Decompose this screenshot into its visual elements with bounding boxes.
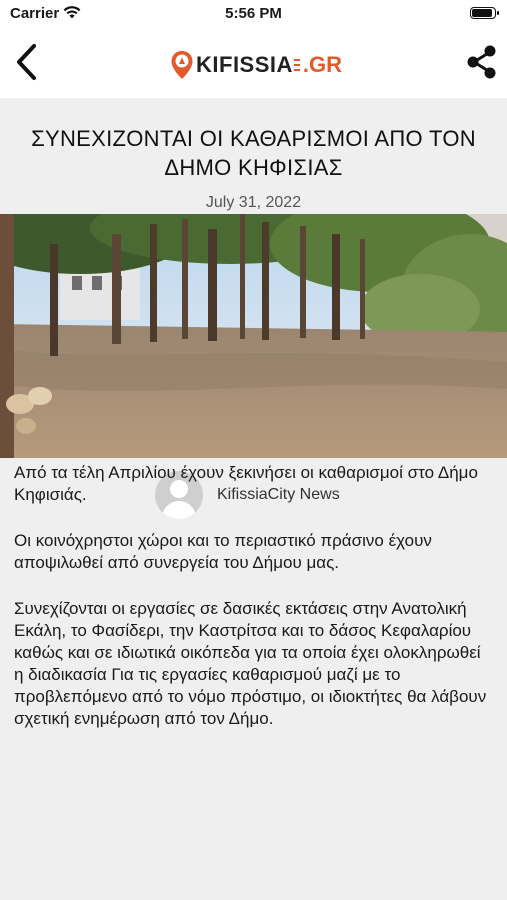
chevron-left-icon xyxy=(17,44,36,80)
share-button[interactable] xyxy=(462,42,502,82)
article-title: ΣΥΝΕΧΙΖΟΝΤΑΙ ΟΙ ΚΑΘΑΡΙΣΜΟΙ ΑΠΟ ΤΟΝ ΔΗΜΟ … xyxy=(31,126,476,180)
location-pin-icon xyxy=(171,51,193,79)
article-body: Από τα τέλη Απριλίου έχουν ξεκινήσει οι … xyxy=(14,462,494,754)
logo-tld: .GR xyxy=(302,52,343,77)
article-paragraph: Συνεχίζονται οι εργασίες σε δασικές εκτά… xyxy=(14,599,487,728)
logo-brand: KIFISSIA xyxy=(196,52,293,77)
clock: 5:56 PM xyxy=(225,5,282,22)
article-hero-image[interactable] xyxy=(0,214,507,458)
nav-bar: KIFISSIA .GR xyxy=(0,28,507,98)
article-paragraph: Από τα τέλη Απριλίου έχουν ξεκινήσει οι … xyxy=(14,463,478,504)
article: ΣΥΝΕΧΙΖΟΝΤΑΙ ΟΙ ΚΑΘΑΡΙΣΜΟΙ ΑΠΟ ΤΟΝ ΔΗΜΟ … xyxy=(0,98,507,519)
article-date: July 31, 2022 xyxy=(205,194,302,211)
site-logo: KIFISSIA .GR xyxy=(170,48,342,82)
article-paragraph: Οι κοινόχρηστοι χώροι και το περιαστικό … xyxy=(14,531,432,572)
back-button[interactable] xyxy=(8,40,48,84)
logo-lines xyxy=(293,56,300,74)
battery-icon xyxy=(470,7,499,19)
status-bar: Carrier 5:56 PM xyxy=(0,0,507,28)
share-icon xyxy=(467,45,496,79)
